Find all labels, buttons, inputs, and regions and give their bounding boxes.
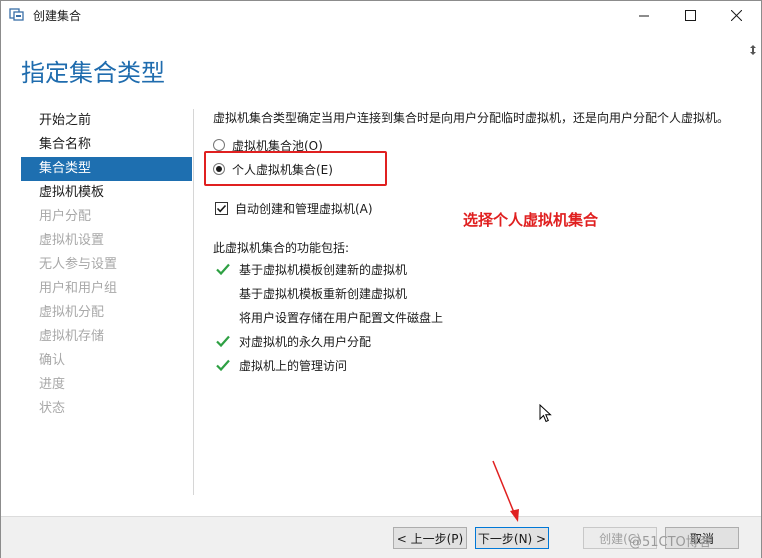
annotation-text: 选择个人虚拟机集合 (463, 211, 599, 229)
server-manager-icon (9, 8, 24, 21)
green-check-icon (216, 335, 230, 348)
page-title: 指定集合类型 (21, 59, 165, 87)
radio-button-selected[interactable] (213, 163, 225, 175)
nav-item-confirmation: 确认 (39, 353, 66, 368)
nav-divider (193, 109, 194, 495)
nav-item-collection-name[interactable]: 集合名称 (21, 133, 192, 157)
feature-label: 基于虚拟机模板重新创建虚拟机 (239, 286, 408, 301)
next-button[interactable]: 下一步(N) > (475, 527, 549, 549)
nav-item-users-groups: 用户和用户组 (39, 281, 118, 296)
auto-manage-option[interactable]: 自动创建和管理虚拟机(A) (215, 199, 373, 217)
radio-button[interactable] (213, 139, 225, 151)
maximize-icon (684, 9, 696, 21)
feature-label: 基于虚拟机模板创建新的虚拟机 (239, 262, 408, 277)
window-title: 创建集合 (33, 9, 82, 23)
previous-button[interactable]: < 上一步(P) (393, 527, 467, 549)
feature-item: 基于虚拟机模板创建新的虚拟机 (215, 260, 407, 278)
feature-item: 虚拟机上的管理访问 (215, 356, 347, 374)
features-title: 此虚拟机集合的功能包括: (213, 241, 350, 255)
maximize-button[interactable] (667, 1, 713, 29)
wizard-nav: 开始之前 集合名称 集合类型 虚拟机模板 用户分配 虚拟机设置 无人参与设置 用… (21, 109, 192, 421)
feature-spacer (215, 285, 231, 301)
personal-collection-label: 个人虚拟机集合(E) (232, 162, 333, 177)
nav-item-before-you-begin[interactable]: 开始之前 (21, 109, 192, 133)
feature-item: 基于虚拟机模板重新创建虚拟机 (215, 284, 407, 302)
feature-label: 虚拟机上的管理访问 (239, 358, 348, 373)
nav-item-vm-storage: 虚拟机存储 (39, 329, 105, 344)
nav-item-vm-allocation: 虚拟机分配 (39, 305, 105, 320)
title-bar[interactable]: 创建集合 (1, 1, 761, 29)
create-collection-window: 创建集合 指定集合类型 开始之前 集合名称 集合类型 虚拟机模板 用户分配 虚拟… (0, 0, 762, 558)
minimize-button[interactable] (621, 1, 667, 29)
nav-item-vm-settings: 虚拟机设置 (39, 233, 105, 248)
feature-label: 将用户设置存储在用户配置文件磁盘上 (239, 310, 444, 325)
close-icon (730, 9, 742, 21)
feature-spacer (215, 309, 231, 325)
collection-type-description: 虚拟机集合类型确定当用户连接到集合时是向用户分配临时虚拟机，还是向用户分配个人虚… (213, 111, 730, 125)
green-check-icon (216, 263, 230, 276)
resize-icon (750, 45, 756, 55)
nav-item-status: 状态 (39, 401, 66, 416)
feature-item: 对虚拟机的永久用户分配 (215, 332, 371, 350)
nav-item-vm-template[interactable]: 虚拟机模板 (21, 181, 192, 205)
personal-collection-option[interactable]: 个人虚拟机集合(E) (213, 160, 333, 178)
nav-item-collection-type[interactable]: 集合类型 (21, 157, 192, 181)
checkmark-icon (216, 204, 227, 212)
close-button[interactable] (713, 1, 759, 29)
feature-label: 对虚拟机的永久用户分配 (239, 334, 372, 349)
nav-item-progress: 进度 (39, 377, 66, 392)
nav-item-user-assignment: 用户分配 (39, 209, 92, 224)
auto-manage-checkbox[interactable] (215, 201, 228, 215)
auto-manage-label: 自动创建和管理虚拟机(A) (235, 201, 373, 216)
mouse-cursor-icon (539, 404, 552, 423)
watermark: @51CTO博客 (629, 535, 712, 550)
content-panel: 虚拟机集合类型确定当用户连接到集合时是向用户分配临时虚拟机，还是向用户分配个人虚… (204, 109, 753, 373)
feature-item: 将用户设置存储在用户配置文件磁盘上 (215, 308, 443, 326)
green-check-icon (216, 359, 230, 372)
minimize-icon (638, 15, 649, 16)
nav-item-unattended-settings: 无人参与设置 (39, 257, 118, 272)
